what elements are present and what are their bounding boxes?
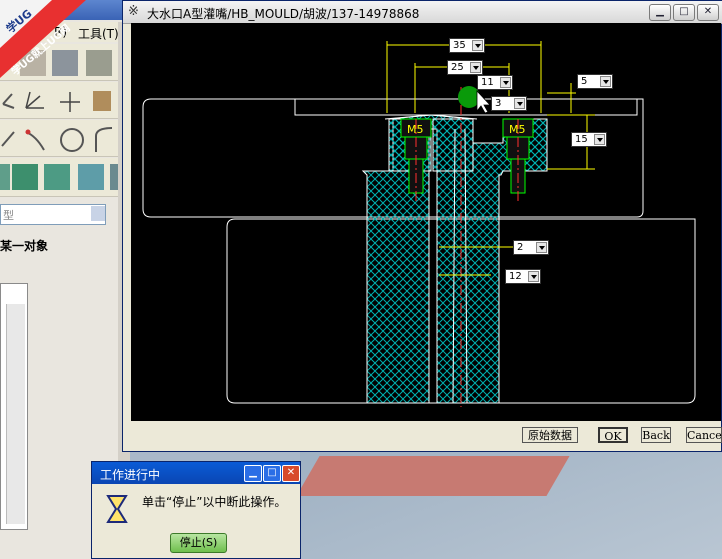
dim-25-value: 25 — [451, 62, 464, 73]
close-icon[interactable]: ✕ — [697, 4, 719, 21]
dim-35-value: 35 — [453, 40, 466, 51]
maximize-icon[interactable]: □ — [263, 465, 281, 482]
cursor-icon — [476, 89, 491, 114]
dim-2-value: 2 — [517, 242, 524, 253]
progress-title: 工作进行中 — [100, 468, 161, 482]
combo-arrow-icon[interactable] — [91, 206, 105, 221]
toolbar-row-2 — [0, 82, 125, 119]
ok-button[interactable]: OK — [598, 427, 628, 443]
progress-message: 单击“停止”以中断此操作。 — [142, 495, 287, 509]
type-filter-value: 型 — [3, 209, 14, 222]
chevron-down-icon[interactable] — [536, 242, 547, 253]
cancel-button[interactable]: Cancel — [686, 427, 722, 443]
dim-5-value: 5 — [581, 76, 588, 87]
chevron-down-icon[interactable] — [600, 76, 611, 87]
chevron-down-icon[interactable] — [594, 134, 605, 145]
color-swatch-3[interactable] — [44, 164, 70, 190]
stop-button[interactable]: 停止(S) — [170, 533, 227, 553]
select-object-label: 某一对象 — [0, 239, 49, 253]
progress-titlebar[interactable]: 工作进行中 ▁ □ ✕ — [92, 462, 300, 484]
close-icon[interactable]: ✕ — [282, 465, 300, 482]
minimize-icon[interactable]: ▁ — [649, 4, 671, 21]
dim-12-value: 12 — [509, 271, 522, 282]
back-button[interactable]: Back — [641, 427, 671, 443]
chevron-down-icon[interactable] — [514, 98, 525, 109]
sprue-bushing-dialog: ※ 大水口A型灌嘴/HB_MOULD/胡波/137-14978868 ▁ □ ✕ — [122, 0, 722, 452]
site-badge-logo: 学UG 学UG就上UG网 — [0, 0, 86, 78]
dim-35-select[interactable]: 35 — [449, 38, 485, 53]
dim-15-select[interactable]: 15 — [571, 132, 607, 147]
original-data-button[interactable]: 原始数据 — [522, 427, 578, 443]
dim-2-select[interactable]: 2 — [513, 240, 549, 255]
3d-viewport[interactable] — [296, 450, 722, 559]
mold-plate-3d — [296, 456, 570, 496]
paste-icon[interactable] — [86, 50, 112, 76]
dim-5-select[interactable]: 5 — [577, 74, 613, 89]
dim-25-select[interactable]: 25 — [447, 60, 483, 75]
dim-11-value: 11 — [481, 77, 494, 88]
dim-12-select[interactable]: 12 — [505, 269, 541, 284]
dim-15-value: 15 — [575, 134, 588, 145]
color-swatch-4[interactable] — [78, 164, 104, 190]
screw-label-right: M5 — [509, 123, 526, 136]
chevron-down-icon[interactable] — [528, 271, 539, 282]
toolbar-row-3 — [0, 120, 125, 157]
dialog-title: 大水口A型灌嘴/HB_MOULD/胡波/137-14978868 — [147, 7, 420, 21]
chevron-down-icon[interactable] — [500, 77, 511, 88]
color-swatch-2[interactable] — [12, 164, 38, 190]
color-swatch-1[interactable] — [0, 164, 10, 190]
app-icon: ※ — [128, 4, 139, 19]
dim-3-value: 3 — [495, 98, 502, 109]
curve-tools-icons[interactable] — [0, 122, 125, 156]
dialog-titlebar[interactable]: ※ 大水口A型灌嘴/HB_MOULD/胡波/137-14978868 ▁ □ ✕ — [123, 1, 722, 24]
screw-label-left: M5 — [407, 123, 424, 136]
chevron-down-icon[interactable] — [470, 62, 481, 73]
drawing-canvas[interactable]: M5 M5 — [131, 23, 721, 421]
hourglass-icon — [106, 495, 128, 523]
sketch-tools-icons[interactable] — [0, 86, 125, 116]
chevron-down-icon[interactable] — [472, 40, 483, 51]
maximize-icon[interactable]: □ — [673, 4, 695, 21]
dim-11-select[interactable]: 11 — [477, 75, 513, 90]
dim-3-select[interactable]: 3 — [491, 96, 527, 111]
toolbar-row-4 — [0, 158, 125, 197]
minimize-icon[interactable]: ▁ — [244, 465, 262, 482]
list-scrollbar[interactable] — [6, 304, 25, 524]
work-in-progress-dialog: 工作进行中 ▁ □ ✕ 单击“停止”以中断此操作。 停止(S) — [91, 461, 301, 559]
sprue-bushing-drawing: M5 M5 — [142, 41, 696, 407]
type-filter-combo[interactable]: 型 — [0, 204, 106, 225]
